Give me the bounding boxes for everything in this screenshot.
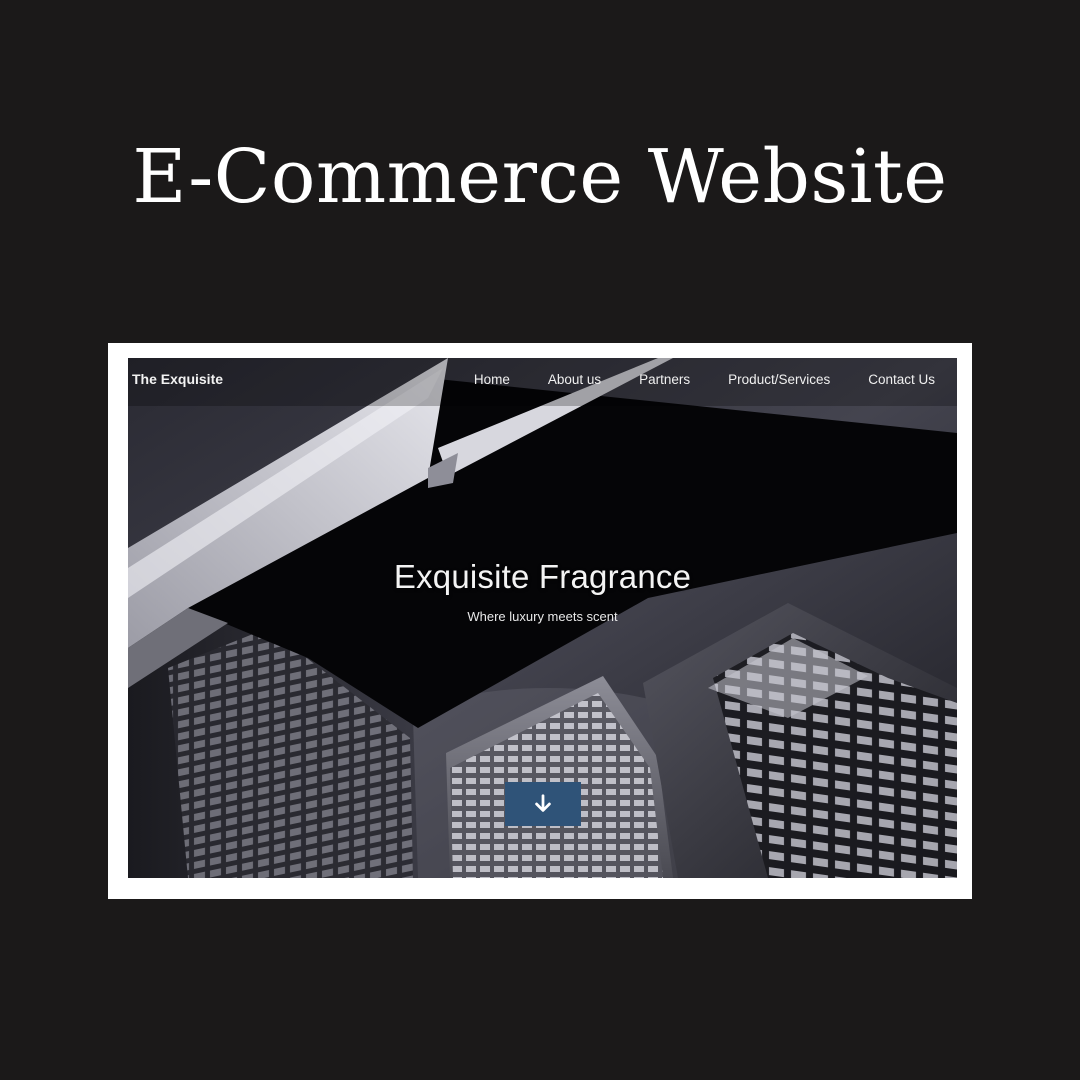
site-brand[interactable]: The Exquisite xyxy=(132,371,223,387)
website-preview: The Exquisite Home About us Partners Pro… xyxy=(128,358,957,878)
hero-subtitle: Where luxury meets scent xyxy=(467,609,618,624)
screenshot-frame: The Exquisite Home About us Partners Pro… xyxy=(108,343,972,899)
site-navbar: The Exquisite Home About us Partners Pro… xyxy=(128,358,957,402)
nav-link-products[interactable]: Product/Services xyxy=(728,372,830,387)
nav-link-partners[interactable]: Partners xyxy=(639,372,690,387)
nav-link-contact[interactable]: Contact Us xyxy=(868,372,935,387)
scroll-down-button[interactable] xyxy=(505,782,581,826)
hero-title: Exquisite Fragrance xyxy=(393,558,692,595)
nav-link-about[interactable]: About us xyxy=(548,372,601,387)
nav-link-home[interactable]: Home xyxy=(474,372,510,387)
arrow-down-icon xyxy=(535,794,551,812)
nav-links: Home About us Partners Product/Services … xyxy=(436,372,935,387)
page-headline: E-Commerce Website xyxy=(132,134,948,220)
